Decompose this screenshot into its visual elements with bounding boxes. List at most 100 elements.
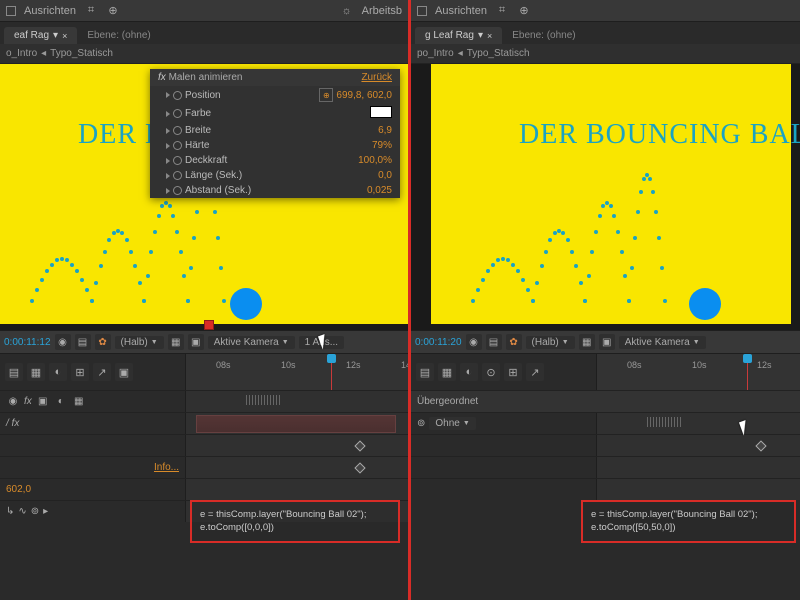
checkbox[interactable]: [417, 6, 427, 16]
property-name[interactable]: Position: [166, 90, 221, 101]
parent-dropdown[interactable]: Ohne▼: [429, 417, 475, 430]
disclosure-icon[interactable]: [166, 92, 170, 98]
dropdown-arrow-icon[interactable]: ▾: [53, 30, 58, 41]
keyframe[interactable]: [755, 440, 766, 451]
pickwhip-icon[interactable]: ⊚: [417, 418, 425, 429]
chevron-left-icon[interactable]: ◂: [41, 48, 46, 59]
snap-icon[interactable]: ⌗: [495, 4, 509, 18]
resolution-dropdown[interactable]: (Halb)▼: [526, 336, 575, 349]
property-value[interactable]: 0,0: [378, 170, 392, 181]
tool-icon[interactable]: ⊙: [482, 363, 500, 381]
expression-line[interactable]: e.toComp([50,50,0]): [591, 521, 786, 534]
playhead[interactable]: [747, 354, 748, 390]
disclosure-icon[interactable]: [166, 188, 170, 194]
tool-icon[interactable]: ▤: [416, 363, 434, 381]
crumb-b[interactable]: Typo_Statisch: [467, 48, 530, 59]
time-ruler[interactable]: 08s 10s 12s: [596, 354, 800, 390]
property-value[interactable]: 100,0%: [358, 155, 392, 166]
switch-icon[interactable]: ◐: [54, 395, 68, 409]
channel-icon[interactable]: ▤: [75, 334, 91, 350]
close-icon[interactable]: ×: [487, 31, 492, 41]
snapshot-icon[interactable]: ◉: [55, 334, 71, 350]
comp-tab[interactable]: g Leaf Rag ▾ ×: [415, 27, 502, 44]
stopwatch-icon[interactable]: [173, 109, 182, 118]
ausrichten-label[interactable]: Ausrichten: [435, 5, 487, 17]
menu-icon[interactable]: ▸: [43, 506, 48, 517]
composition-viewport[interactable]: DER BOUNCING BALL: [411, 64, 800, 330]
crumb-a[interactable]: po_Intro: [417, 48, 454, 59]
timecode[interactable]: 0:00:11:12: [4, 337, 51, 348]
snapshot-icon[interactable]: ◉: [466, 334, 482, 350]
expression-line[interactable]: e = thisComp.layer("Bouncing Ball 02");: [591, 508, 786, 521]
tool-icon[interactable]: ↗: [526, 363, 544, 381]
snap-icon[interactable]: ⌗: [84, 4, 98, 18]
tool-icon[interactable]: ▦: [438, 363, 456, 381]
disclosure-icon[interactable]: [166, 173, 170, 179]
target-icon[interactable]: ⊕: [517, 4, 531, 18]
tool-icon[interactable]: ↗: [93, 363, 111, 381]
tool-icon[interactable]: ◐: [49, 363, 67, 381]
stopwatch-icon[interactable]: [173, 186, 182, 195]
keyframe[interactable]: [354, 462, 365, 473]
comp-tab[interactable]: eaf Rag ▾ ×: [4, 27, 77, 44]
property-name[interactable]: Farbe: [166, 108, 211, 119]
color-icon[interactable]: ✿: [506, 334, 522, 350]
camera-dropdown[interactable]: Aktive Kamera▼: [208, 336, 295, 349]
dropdown-arrow-icon[interactable]: ▾: [478, 30, 483, 41]
channel-icon[interactable]: ▤: [486, 334, 502, 350]
position-value[interactable]: 602,0: [6, 484, 31, 495]
property-name[interactable]: Härte: [166, 140, 209, 151]
property-name[interactable]: Deckkraft: [166, 155, 227, 166]
chevron-left-icon[interactable]: ◂: [458, 48, 463, 59]
property-value[interactable]: 6,9: [378, 125, 392, 136]
color-swatch[interactable]: [370, 106, 392, 118]
target-icon[interactable]: ⊕: [106, 4, 120, 18]
property-value[interactable]: 79%: [372, 140, 392, 151]
mask-icon[interactable]: ▣: [188, 334, 204, 350]
puzzle-icon[interactable]: ☼: [340, 4, 354, 18]
stopwatch-icon[interactable]: [173, 126, 182, 135]
timecode[interactable]: 0:00:11:20: [415, 337, 462, 348]
switch-icon[interactable]: ▦: [72, 395, 86, 409]
effect-name[interactable]: Malen animieren: [169, 72, 243, 83]
property-value[interactable]: ⊕699,8, 602,0: [319, 88, 392, 102]
disclosure-icon[interactable]: [166, 158, 170, 164]
pickwhip-icon[interactable]: ⊚: [31, 506, 39, 517]
grid-icon[interactable]: ▦: [579, 334, 595, 350]
color-icon[interactable]: ✿: [95, 334, 111, 350]
disclosure-icon[interactable]: [166, 143, 170, 149]
track[interactable]: [185, 391, 408, 412]
property-name[interactable]: Länge (Sek.): [166, 170, 242, 181]
stopwatch-icon[interactable]: [173, 156, 182, 165]
composition-viewport[interactable]: DER B fx Malen animieren Zurück Position…: [0, 64, 408, 330]
playhead[interactable]: [331, 354, 332, 390]
expression-icon[interactable]: ↳: [6, 506, 14, 517]
time-ruler[interactable]: 08s 10s 12s 14: [185, 354, 408, 390]
stopwatch-icon[interactable]: [173, 171, 182, 180]
switch-icon[interactable]: ▣: [36, 395, 50, 409]
tool-icon[interactable]: ▦: [27, 363, 45, 381]
arbeitsb-label[interactable]: Arbeitsb: [362, 5, 402, 17]
disclosure-icon[interactable]: [166, 128, 170, 134]
crumb-b[interactable]: Typo_Statisch: [50, 48, 113, 59]
tool-icon[interactable]: ▤: [5, 363, 23, 381]
eye-icon[interactable]: ◉: [6, 395, 20, 409]
info-link[interactable]: Info...: [154, 462, 179, 473]
expression-line[interactable]: e = thisComp.layer("Bouncing Ball 02");: [200, 508, 390, 521]
track[interactable]: [596, 413, 800, 434]
stopwatch-icon[interactable]: [173, 91, 182, 100]
tool-icon[interactable]: ▣: [115, 363, 133, 381]
graph-icon[interactable]: ∿: [18, 506, 26, 517]
property-name[interactable]: Abstand (Sek.): [166, 185, 251, 196]
views-dropdown[interactable]: 1 Ans...: [299, 336, 344, 349]
expression-line[interactable]: e.toComp([0,0,0]): [200, 521, 390, 534]
crumb-a[interactable]: o_Intro: [6, 48, 37, 59]
close-icon[interactable]: ×: [62, 31, 67, 41]
reset-link[interactable]: Zurück: [361, 72, 392, 83]
resolution-dropdown[interactable]: (Halb)▼: [115, 336, 164, 349]
property-value[interactable]: 0,025: [367, 185, 392, 196]
tool-icon[interactable]: ⊞: [504, 363, 522, 381]
mask-icon[interactable]: ▣: [599, 334, 615, 350]
property-name[interactable]: Breite: [166, 125, 211, 136]
keyframe[interactable]: [354, 440, 365, 451]
